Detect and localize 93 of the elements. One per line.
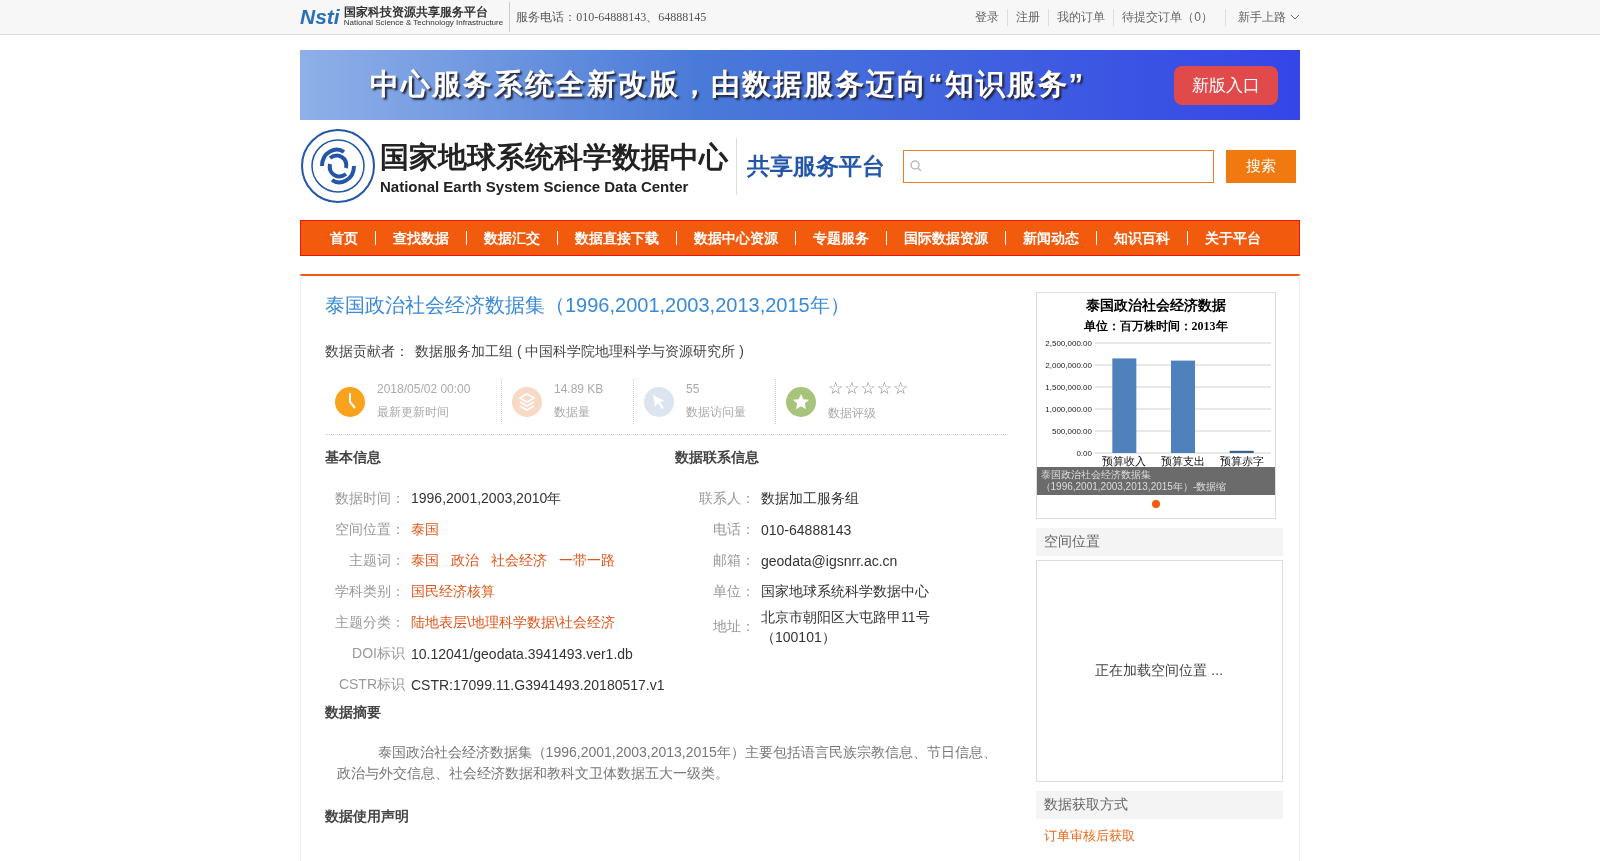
- nav-item[interactable]: 国际数据资源: [886, 231, 1005, 245]
- stat-value: 14.89 KB: [554, 382, 604, 396]
- cursor-icon: [644, 386, 674, 417]
- field-label: 学科类别：: [334, 582, 406, 601]
- slide-dot[interactable]: [1151, 500, 1160, 508]
- field-label: 主题分类：: [334, 613, 406, 632]
- field-label: 单位：: [712, 582, 756, 601]
- stat-value: 55: [686, 382, 701, 396]
- loading-text: 正在加载空间位置 ...: [1095, 662, 1224, 680]
- chart-title: 泰国政治社会经济数据: [1084, 297, 1227, 315]
- field-label: 地址：: [712, 618, 756, 636]
- field-value: 数据加工服务组: [761, 489, 859, 508]
- field-value: 1996,2001,2003,2010年: [411, 489, 562, 508]
- top-link[interactable]: 登录: [967, 8, 1008, 26]
- tag-link[interactable]: 政治: [451, 551, 479, 570]
- contributor-name: 数据服务加工组 ( 中国科学院地理科学与资源研究所 ): [415, 343, 744, 361]
- nav-item[interactable]: 数据汇交: [466, 231, 557, 245]
- dataset-title: 泰国政治社会经济数据集（1996,2001,2003,2013,2015年）: [325, 293, 851, 318]
- axis-tick-label: 1,000,000.00: [1044, 405, 1092, 414]
- field-label: 数据时间：: [334, 489, 406, 508]
- field-value: 国家地球系统科学数据中心: [761, 582, 929, 601]
- field-value: 10.12041/geodata.3941493.ver1.db: [411, 645, 633, 662]
- field-value: geodata@igsnrr.ac.cn: [761, 552, 898, 569]
- chart-bar: [1229, 450, 1254, 453]
- category-label: 预算支出: [1160, 455, 1205, 467]
- guide-menu[interactable]: 新手上路: [1225, 8, 1300, 26]
- top-link[interactable]: 待提交订单（0）: [1113, 8, 1221, 26]
- axis-tick-label: 0.00: [1075, 449, 1092, 458]
- top-link[interactable]: 我的订单: [1048, 8, 1114, 26]
- axis-tick-label: 500,000.00: [1051, 427, 1092, 436]
- field-label: DOI标识: [351, 644, 406, 663]
- field-value: 北京市朝阳区大屯路甲11号（100101）: [761, 608, 931, 647]
- tag-link[interactable]: 泰国: [411, 520, 439, 539]
- tag-link[interactable]: 陆地表层\地理科学数据\社会经济: [411, 613, 615, 632]
- tag-link[interactable]: 国民经济核算: [411, 582, 495, 601]
- tag-link[interactable]: 泰国: [411, 551, 439, 570]
- stat-value: 2018/05/02 00:00: [377, 382, 471, 396]
- section-heading: 基本信息: [325, 449, 382, 467]
- nav-item[interactable]: 知识百科: [1096, 231, 1187, 245]
- field-label: CSTR标识: [337, 675, 406, 694]
- stat-label: 数据评级: [828, 405, 877, 422]
- side-heading: 数据获取方式: [1035, 791, 1283, 819]
- center-title: 国家地球系统科学数据中心: [380, 139, 728, 175]
- thumbnail-caption: 泰国政治社会经济数据集（1996,2001,2003,2013,2015年）-数据缩: [1036, 467, 1275, 495]
- logo-subtitle: National Science & Technology Infrastructure: [343, 19, 504, 28]
- nav-item[interactable]: 数据中心资源: [676, 231, 795, 245]
- logo-mark: Nsti: [300, 5, 340, 29]
- field-label: 主题词：: [348, 551, 406, 570]
- field-label: 电话：: [712, 520, 756, 539]
- chevron-down-icon: [1290, 14, 1300, 20]
- category-label: 预算收入: [1101, 455, 1146, 467]
- stat-label: 数据量: [554, 404, 591, 421]
- search-icon: [910, 160, 922, 172]
- search-field[interactable]: [903, 149, 1214, 183]
- center-subtitle: National Earth System Science Data Center: [380, 177, 690, 195]
- field-label: 邮箱：: [712, 551, 756, 570]
- axis-tick-label: 2,500,000.00: [1044, 339, 1092, 348]
- chart-subtitle: 单位：百万株时间：2013年: [1082, 318, 1229, 335]
- contributor-label: 数据贡献者：: [325, 343, 409, 361]
- access-link[interactable]: 订单审核后获取: [1035, 827, 1283, 845]
- service-phone: 服务电话：010-64888143、64888145: [516, 8, 707, 26]
- layers-icon: [512, 386, 542, 417]
- category-label: 预算赤字: [1219, 455, 1264, 467]
- field-label: 联系人：: [698, 489, 756, 508]
- new-version-button[interactable]: 新版入口: [1174, 65, 1278, 105]
- axis-tick-label: 1,500,000.00: [1044, 383, 1092, 392]
- section-heading: 数据联系信息: [675, 449, 760, 467]
- tag-link[interactable]: 一带一路: [559, 551, 615, 570]
- nav-item[interactable]: 数据直接下载: [557, 231, 676, 245]
- nav-item[interactable]: 新闻动态: [1005, 231, 1096, 245]
- side-heading: 空间位置: [1035, 528, 1283, 556]
- axis-tick-label: 2,000,000.00: [1044, 361, 1092, 370]
- banner-text: 中心服务系统全新改版，由数据服务迈向“知识服务”: [370, 67, 1086, 102]
- stat-label: 最新更新时间: [377, 404, 450, 421]
- nav-item[interactable]: 专题服务: [795, 231, 886, 245]
- nav-item[interactable]: 首页: [313, 231, 375, 245]
- logo-title: 国家科技资源共享服务平台: [343, 6, 489, 20]
- section-heading: 数据使用声明: [325, 808, 410, 826]
- search-button[interactable]: 搜索: [1226, 149, 1296, 183]
- tag-link[interactable]: 社会经济: [491, 551, 547, 570]
- section-heading: 数据摘要: [325, 704, 382, 722]
- top-link[interactable]: 注册: [1007, 8, 1049, 26]
- stat-label: 数据访问量: [686, 404, 746, 421]
- nav-item[interactable]: 关于平台: [1187, 231, 1278, 245]
- nav-item[interactable]: 查找数据: [375, 231, 466, 245]
- platform-name: 共享服务平台: [747, 151, 885, 181]
- field-label: 空间位置：: [334, 520, 406, 539]
- field-value: CSTR:17099.11.G3941493.20180517.v1: [411, 676, 665, 693]
- globe-emblem-icon: [300, 128, 376, 204]
- clock-icon: [335, 386, 365, 417]
- field-value: 010-64888143: [761, 521, 852, 538]
- rating-stars[interactable]: ☆☆☆☆☆: [828, 381, 909, 397]
- abstract-text: 泰国政治社会经济数据集（1996,2001,2003,2013,2015年）主要包括语言民族宗教信息、节日信息、政治与外交信息、社会经济数据和教科文卫体数据五大一级类。: [337, 743, 998, 783]
